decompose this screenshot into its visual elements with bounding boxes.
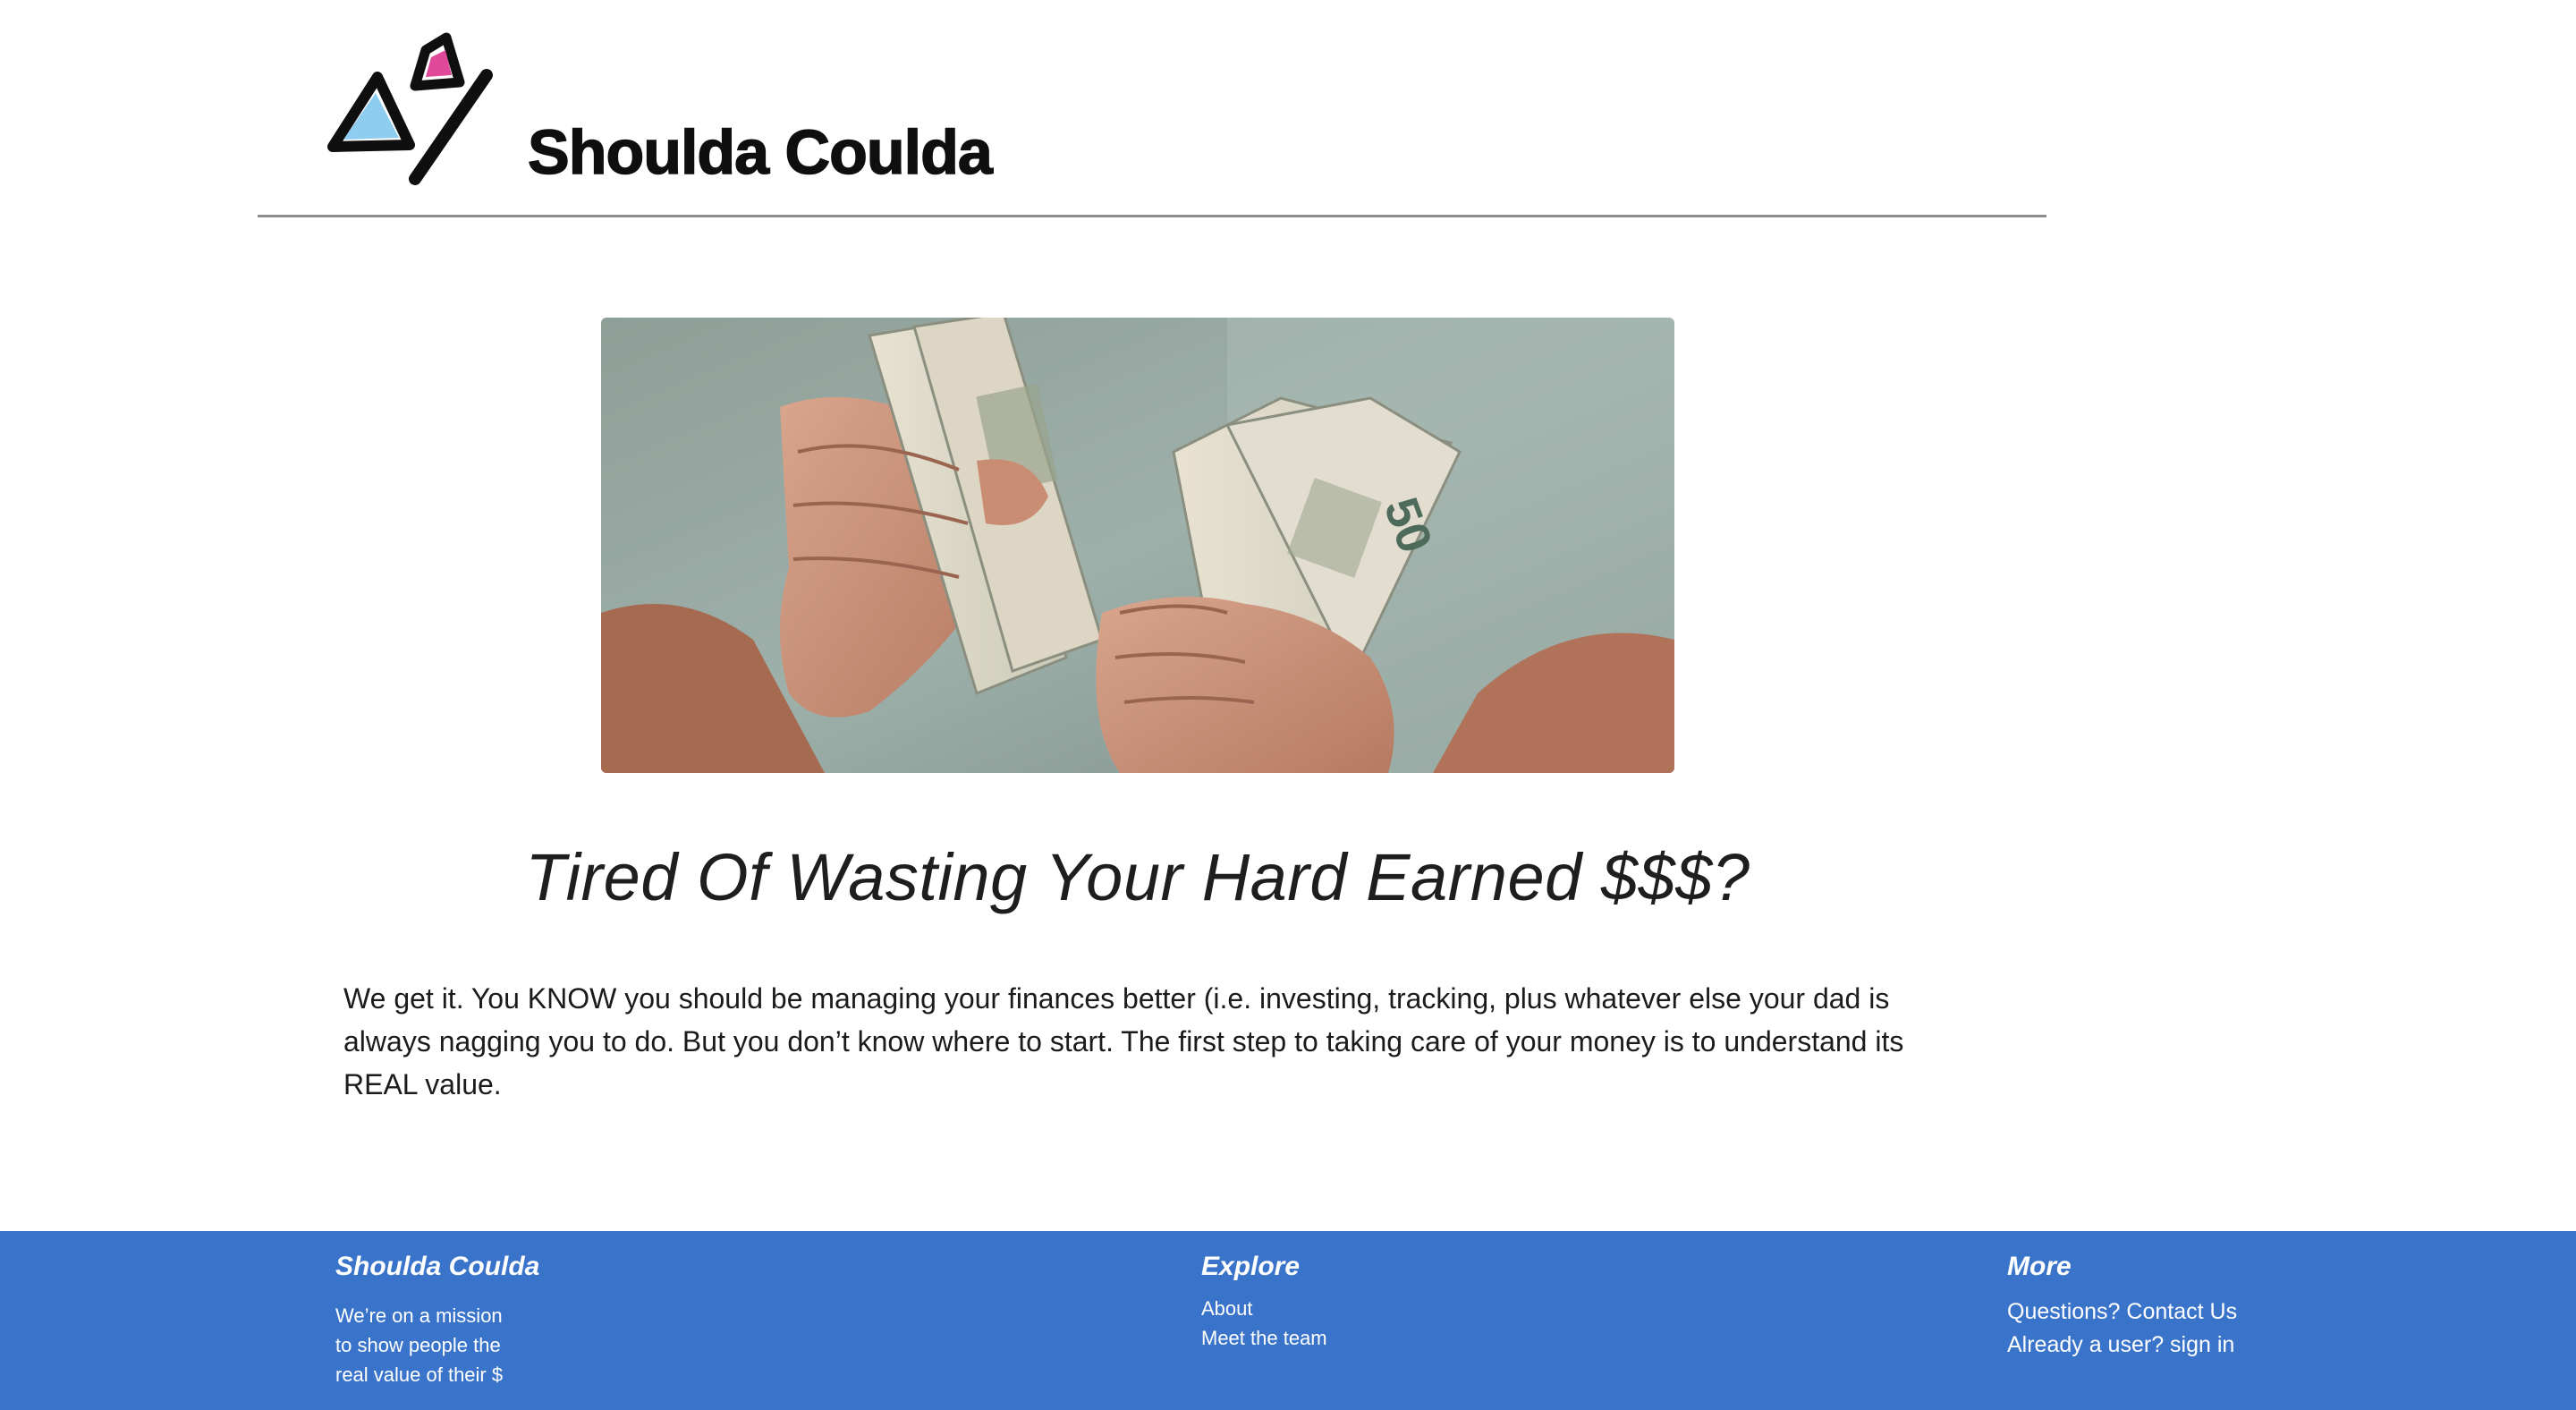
footer-column-explore: Explore About Meet the team bbox=[1201, 1249, 1327, 1353]
footer-mission-text: We’re on a mission to show people the re… bbox=[335, 1301, 541, 1389]
footer-brand-heading: Shoulda Coulda bbox=[335, 1252, 540, 1281]
site-footer: Shoulda Coulda We’re on a mission to sho… bbox=[0, 1231, 2576, 1410]
logo-link[interactable]: Shoulda Coulda bbox=[326, 30, 1184, 191]
footer-link-sign-in[interactable]: Already a user? sign in bbox=[2007, 1329, 2237, 1362]
page-headline: Tired Of Wasting Your Hard Earned $$$? bbox=[525, 840, 1750, 914]
footer-link-meet-the-team[interactable]: Meet the team bbox=[1201, 1323, 1327, 1353]
footer-explore-links: About Meet the team bbox=[1201, 1294, 1327, 1353]
footer-column-about: Shoulda Coulda We’re on a mission to sho… bbox=[335, 1249, 541, 1389]
mission-line: to show people the bbox=[335, 1334, 501, 1356]
header-divider bbox=[258, 215, 2046, 217]
footer-column-more: More Questions? Contact Us Already a use… bbox=[2007, 1249, 2237, 1362]
site-header: Shoulda Coulda bbox=[258, 0, 2046, 218]
footer-explore-heading: Explore bbox=[1201, 1252, 1301, 1281]
hero-image: 50 bbox=[601, 318, 1674, 773]
page: Shoulda Coulda 50 Tired Of Wasting Your … bbox=[0, 0, 2576, 1410]
mission-line: real value of their $ bbox=[335, 1363, 504, 1386]
intro-paragraph: We get it. You KNOW you should be managi… bbox=[343, 982, 1904, 1100]
logo-triangles-icon bbox=[327, 32, 493, 185]
mission-line: We’re on a mission bbox=[335, 1304, 503, 1327]
footer-more-heading: More bbox=[2007, 1252, 2072, 1281]
logo-text: Shoulda Coulda bbox=[527, 116, 993, 188]
footer-link-about[interactable]: About bbox=[1201, 1294, 1327, 1323]
footer-link-contact-us[interactable]: Questions? Contact Us bbox=[2007, 1295, 2237, 1329]
footer-more-links: Questions? Contact Us Already a user? si… bbox=[2007, 1295, 2237, 1362]
money-in-hands-photo: 50 bbox=[601, 318, 1674, 773]
